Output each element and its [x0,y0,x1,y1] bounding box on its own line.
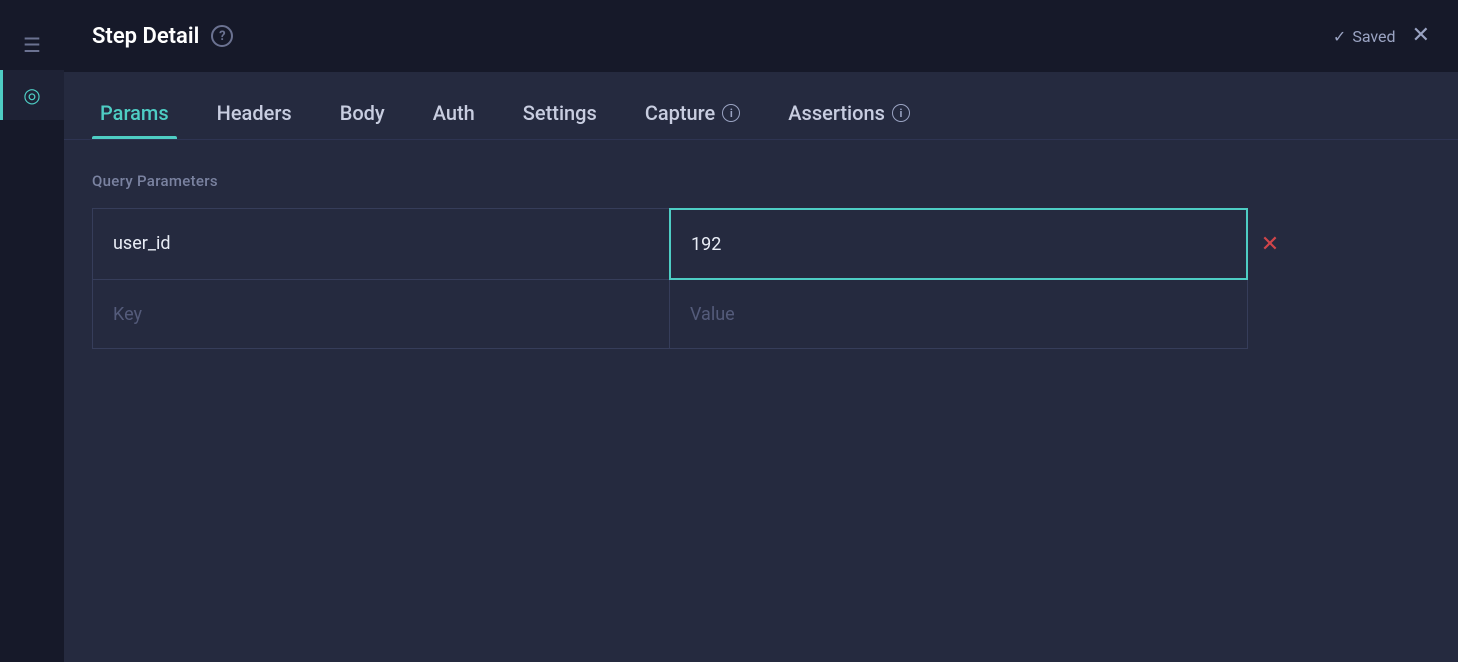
tab-headers-label: Headers [217,101,292,125]
title-bar-right: ✓ Saved ✕ [1333,25,1430,47]
circle-icon: ◎ [23,83,40,107]
tab-settings[interactable]: Settings [515,87,605,139]
tab-auth-label: Auth [433,101,475,125]
tab-params[interactable]: Params [92,87,177,139]
title-bar: Step Detail ? ✓ Saved ✕ [64,0,1458,72]
panel-title: Step Detail [92,24,199,49]
title-bar-left: Step Detail ? [92,24,1333,49]
tabs-bar: Params Headers Body Auth Settings Captur… [64,72,1458,140]
capture-info-icon: i [722,104,740,122]
param-key-input-2[interactable] [93,280,669,348]
params-table: ✕ [92,208,1292,349]
tab-params-label: Params [100,101,169,125]
section-label: Query Parameters [92,172,1430,190]
saved-status: ✓ Saved [1333,27,1396,46]
saved-label: Saved [1352,27,1395,46]
param-value-input-2[interactable] [670,280,1247,348]
param-value-input-1[interactable] [671,210,1246,278]
close-icon: ✕ [1412,23,1430,48]
tab-body[interactable]: Body [332,87,393,139]
sidebar-item-1[interactable]: ☰ [0,20,64,70]
tab-headers[interactable]: Headers [209,87,300,139]
checkmark-icon: ✓ [1333,27,1346,46]
tab-body-label: Body [340,101,385,125]
content-area: Query Parameters ✕ [64,140,1458,662]
sidebar: ☰ ◎ [0,0,64,662]
help-icon-button[interactable]: ? [211,25,233,47]
sidebar-item-2[interactable]: ◎ [0,70,64,120]
param-key-input-1[interactable] [93,209,669,277]
tab-auth[interactable]: Auth [425,87,483,139]
menu-icon: ☰ [23,33,41,57]
param-row-1: ✕ [92,208,1292,280]
delete-icon: ✕ [1261,232,1279,257]
tab-capture-label: Capture [645,101,715,125]
tab-assertions-label: Assertions [788,101,885,125]
delete-row-1-button[interactable]: ✕ [1248,210,1292,278]
assertions-info-icon: i [892,104,910,122]
tab-capture[interactable]: Capture i [637,87,748,139]
tab-assertions[interactable]: Assertions i [780,87,918,139]
param-row-2 [92,280,1292,349]
tab-settings-label: Settings [523,101,597,125]
close-button[interactable]: ✕ [1412,25,1430,47]
delete-placeholder-2 [1248,281,1292,349]
main-panel: Step Detail ? ✓ Saved ✕ Params Headers B… [64,0,1458,662]
